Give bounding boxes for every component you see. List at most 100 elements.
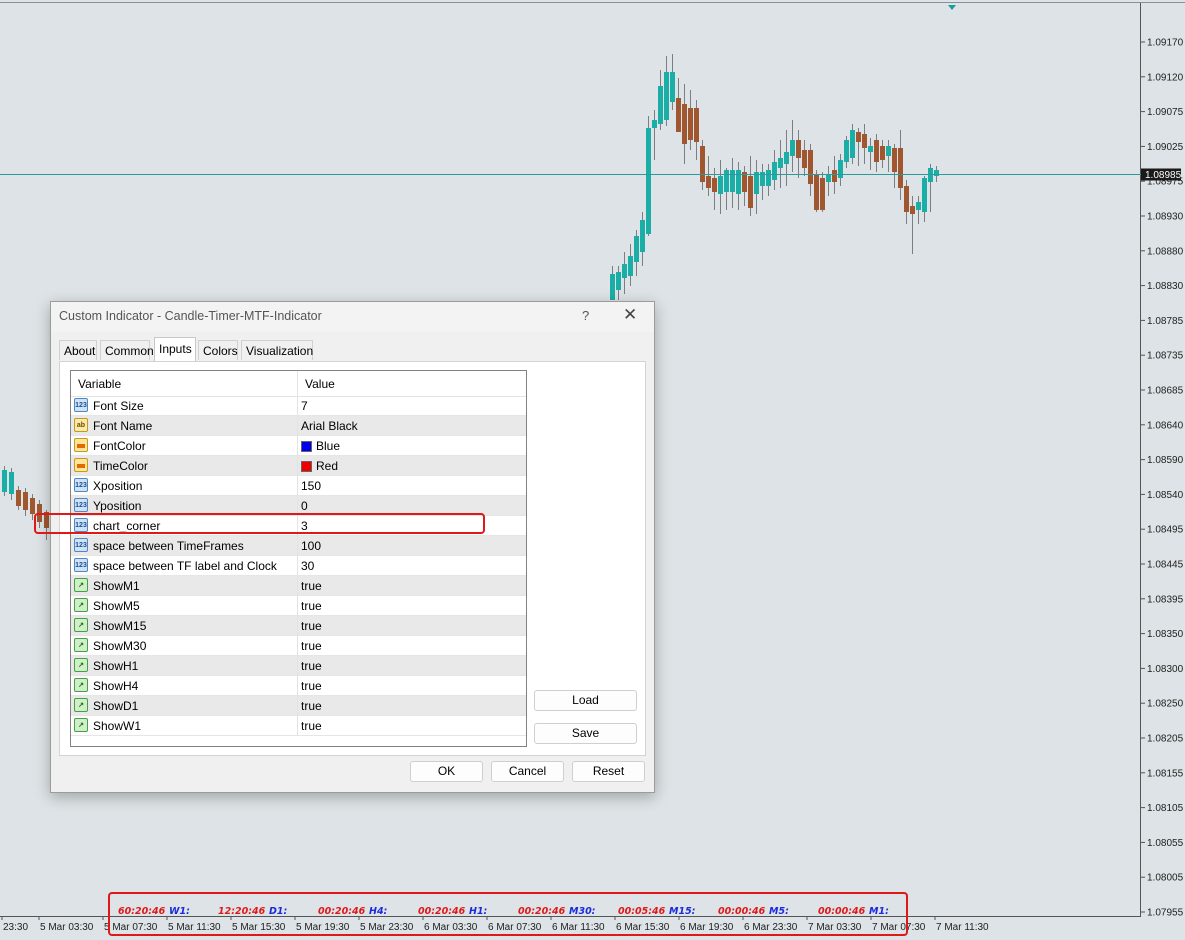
column-header-variable[interactable]: Variable xyxy=(78,377,121,391)
column-separator xyxy=(297,656,298,676)
variable-value[interactable]: true xyxy=(301,579,322,593)
column-separator xyxy=(297,676,298,696)
price-label: 1.08350 xyxy=(1147,629,1184,640)
bool-type-icon: ↗ xyxy=(74,578,88,592)
candle-body xyxy=(610,274,615,300)
variable-value[interactable]: 150 xyxy=(301,479,321,493)
candle-body xyxy=(9,472,14,494)
grid-row-showm1[interactable]: ↗ ShowM1 true xyxy=(71,576,526,596)
column-separator xyxy=(297,436,298,456)
column-separator xyxy=(297,576,298,596)
tab-about[interactable]: About xyxy=(59,340,97,360)
color-name: Red xyxy=(316,459,339,473)
price-label: 1.08590 xyxy=(1147,455,1184,466)
column-separator xyxy=(297,536,298,556)
grid-row-showm15[interactable]: ↗ ShowM15 true xyxy=(71,616,526,636)
price-label: 1.08785 xyxy=(1147,316,1184,327)
grid-row-showm5[interactable]: ↗ ShowM5 true xyxy=(71,596,526,616)
price-label: 1.08445 xyxy=(1147,560,1184,571)
reset-button[interactable]: Reset xyxy=(572,761,645,782)
variable-value[interactable]: true xyxy=(301,659,322,673)
candle-body xyxy=(850,130,855,158)
candle-body xyxy=(754,172,759,194)
candle-body xyxy=(880,146,885,160)
grid-row-showh4[interactable]: ↗ ShowH4 true xyxy=(71,676,526,696)
variable-name: space between TF label and Clock xyxy=(93,559,277,573)
variable-value[interactable]: Arial Black xyxy=(301,419,358,433)
variable-value[interactable]: 100 xyxy=(301,539,321,553)
grid-row-showd1[interactable]: ↗ ShowD1 true xyxy=(71,696,526,716)
variable-name: Font Name xyxy=(93,419,153,433)
candle-body xyxy=(886,146,891,156)
candle-body xyxy=(766,170,771,186)
number-type-icon: 123 xyxy=(74,498,88,512)
variable-value[interactable]: true xyxy=(301,719,322,733)
variable-value[interactable]: true xyxy=(301,679,322,693)
candle-body xyxy=(676,98,681,132)
close-icon[interactable]: ✕ xyxy=(623,305,637,325)
number-type-icon: 123 xyxy=(74,478,88,492)
candle-body xyxy=(724,170,729,192)
bool-type-icon: ↗ xyxy=(74,678,88,692)
variable-name: FontColor xyxy=(93,439,146,453)
candle-body xyxy=(670,72,675,102)
grid-row-space-between-tf-label-and-clock[interactable]: 123 space between TF label and Clock 30 xyxy=(71,556,526,576)
price-label: 1.08735 xyxy=(1147,351,1184,362)
grid-row-font-size[interactable]: 123 Font Size 7 xyxy=(71,396,526,416)
grid-row-showw1[interactable]: ↗ ShowW1 true xyxy=(71,716,526,736)
column-header-value[interactable]: Value xyxy=(305,377,335,391)
candle-body xyxy=(664,72,669,120)
grid-row-font-name[interactable]: ab Font Name Arial Black xyxy=(71,416,526,436)
variable-name: space between TimeFrames xyxy=(93,539,244,553)
bool-type-icon: ↗ xyxy=(74,658,88,672)
candle-body xyxy=(814,174,819,210)
column-separator xyxy=(297,456,298,476)
variable-name: ShowM1 xyxy=(93,579,140,593)
grid-row-space-between-timeframes[interactable]: 123 space between TimeFrames 100 xyxy=(71,536,526,556)
help-button[interactable]: ? xyxy=(582,308,589,323)
chart-corner-highlight xyxy=(34,513,485,534)
tab-common[interactable]: Common xyxy=(100,340,154,360)
grid-row-xposition[interactable]: 123 Xposition 150 xyxy=(71,476,526,496)
grid-row-showm30[interactable]: ↗ ShowM30 true xyxy=(71,636,526,656)
price-label: 1.09170 xyxy=(1147,38,1184,49)
candle-body xyxy=(688,108,693,140)
candle-body xyxy=(922,178,927,212)
grid-row-timecolor[interactable]: TimeColor Red xyxy=(71,456,526,476)
variable-value[interactable]: 30 xyxy=(301,559,314,573)
tab-colors[interactable]: Colors xyxy=(198,340,238,360)
variable-value[interactable]: 7 xyxy=(301,399,308,413)
column-separator xyxy=(297,556,298,576)
variable-name: ShowM15 xyxy=(93,619,147,633)
ok-button[interactable]: OK xyxy=(410,761,483,782)
candle-body xyxy=(820,178,825,210)
variable-value[interactable]: true xyxy=(301,639,322,653)
variable-name: Yposition xyxy=(93,499,142,513)
variable-value[interactable]: true xyxy=(301,599,322,613)
variable-value[interactable]: Red xyxy=(301,459,338,473)
candle-body xyxy=(16,490,21,506)
price-label: 1.07955 xyxy=(1147,908,1184,919)
variable-value[interactable]: true xyxy=(301,619,322,633)
tab-inputs[interactable]: Inputs xyxy=(154,337,196,361)
price-label: 1.08005 xyxy=(1147,873,1184,884)
grid-row-fontcolor[interactable]: FontColor Blue xyxy=(71,436,526,456)
candle-body xyxy=(910,206,915,214)
save-button[interactable]: Save xyxy=(534,723,637,744)
chart-shift-marker-icon[interactable] xyxy=(948,5,956,10)
variable-value[interactable]: true xyxy=(301,699,322,713)
price-label: 1.08395 xyxy=(1147,594,1184,605)
variable-value[interactable]: Blue xyxy=(301,439,340,453)
candle-body xyxy=(748,176,753,208)
grid-row-showh1[interactable]: ↗ ShowH1 true xyxy=(71,656,526,676)
variable-value[interactable]: 0 xyxy=(301,499,308,513)
candle-body xyxy=(712,178,717,192)
load-button[interactable]: Load xyxy=(534,690,637,711)
tab-visualization[interactable]: Visualization xyxy=(241,340,313,360)
bool-type-icon: ↗ xyxy=(74,718,88,732)
candle-body xyxy=(892,148,897,172)
cancel-button[interactable]: Cancel xyxy=(491,761,564,782)
dialog-titlebar[interactable]: Custom Indicator - Candle-Timer-MTF-Indi… xyxy=(51,302,654,332)
candle-body xyxy=(646,128,651,234)
candle-body xyxy=(898,148,903,188)
